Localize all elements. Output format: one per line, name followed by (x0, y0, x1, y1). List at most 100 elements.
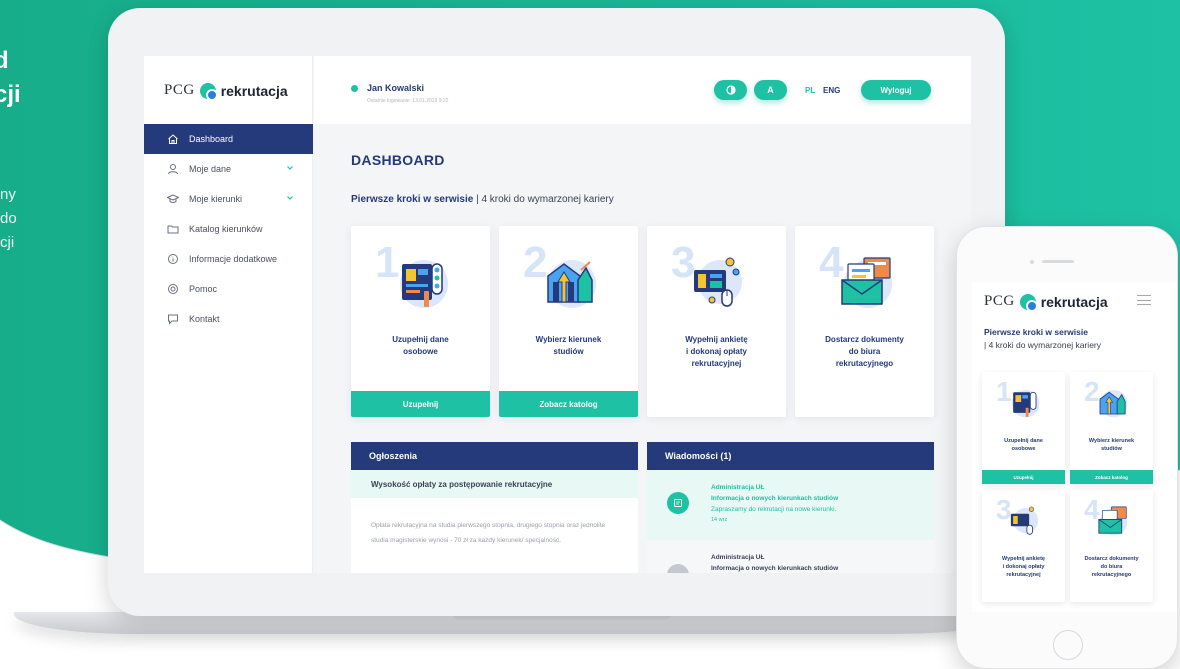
message-item[interactable]: Administracja UŁ Informacja o nowych kie… (647, 540, 934, 573)
building-arrow-illustration-icon (1099, 390, 1128, 418)
logout-button[interactable]: Wyloguj (861, 80, 931, 100)
top-bar: Jan Kowalski Ostatnie logowanie: 13.01.2… (314, 56, 971, 124)
fill-data-button[interactable]: Uzupełnij (351, 391, 490, 417)
message-subject: Informacja o nowych kierunkach studiów (711, 495, 839, 502)
sidebar-item-label: Katalog kierunków (189, 224, 263, 234)
fill-data-button[interactable]: Uzupełnij (982, 470, 1065, 484)
graduation-cap-icon (167, 193, 179, 205)
step-title: Uzupełnij dane osobowe (392, 335, 449, 356)
hamburger-menu-icon[interactable] (1137, 295, 1151, 305)
mobile-step-card-4[interactable]: 4 Dostarcz dokumenty do biura rekrutacyj… (1070, 490, 1153, 602)
step-card-4[interactable]: 4 Dostarcz dokumenty do biura rekrutacyj… (795, 226, 934, 417)
logo[interactable]: PCG rekrutacja (164, 82, 288, 101)
sidebar-item-kontakt[interactable]: Kontakt (144, 304, 313, 334)
logo-wordmark: rekrutacja (1040, 293, 1108, 310)
announcements-header: Ogłoszenia (351, 442, 638, 470)
section-subtitle: Pierwsze kroki w serwisie | 4 kroki do w… (351, 194, 614, 205)
sidebar-item-informacje-dodatkowe[interactable]: Informacje dodatkowe (144, 244, 313, 274)
folder-icon (167, 223, 179, 235)
message-icon (667, 492, 689, 514)
user-name[interactable]: Jan Kowalski (367, 83, 424, 93)
sidebar-item-pomoc[interactable]: Pomoc (144, 274, 313, 304)
form-illustration-icon (400, 260, 448, 308)
message-item[interactable]: Administracja UŁ Informacja o nowych kie… (647, 470, 934, 540)
survey-payment-illustration-icon (1010, 506, 1039, 535)
chevron-down-icon[interactable] (285, 163, 295, 173)
messages-panel: Wiadomości (1) Administracja UŁ Informac… (647, 442, 934, 573)
sidebar-item-label: Dashboard (189, 134, 234, 144)
step-title: Dostarcz dokumenty do biura rekrutacyjne… (825, 335, 904, 368)
last-login: Ostatnie logowanie: 13.01.2019 9:22 (367, 98, 449, 104)
sidebar-item-label: Pomoc (189, 284, 218, 294)
sidebar-item-label: Kontakt (189, 314, 220, 324)
sidebar-item-moje-kierunki[interactable]: Moje kierunki (144, 184, 313, 214)
language-eng-link[interactable]: ENG (823, 86, 840, 95)
step-card-3[interactable]: 3 Wypełnij ankietę i dokonaj opłaty rekr… (647, 226, 786, 417)
sidebar: PCG rekrutacja Dashboard Moje dane Moje … (144, 56, 313, 573)
form-illustration-icon (1012, 390, 1040, 418)
message-sender: Administracja UŁ (711, 484, 765, 491)
survey-payment-illustration-icon (694, 257, 742, 307)
messages-header: Wiadomości (1) (647, 442, 934, 470)
step-title: Wypełnij ankietę i dokonaj opłaty rekrut… (1002, 556, 1045, 578)
sidebar-nav: Dashboard Moje dane Moje kierunki Katalo… (144, 124, 313, 334)
phone-screen: PCG rekrutacja Pierwsze kroki w serwisie… (972, 282, 1177, 612)
phone-mockup: PCG rekrutacja Pierwsze kroki w serwisie… (956, 226, 1178, 669)
mobile-heading: Pierwsze kroki w serwisie (984, 327, 1088, 337)
step-card-1[interactable]: 1 Uzupełnij dane osobowe Uzupełnij (351, 226, 490, 417)
online-status-dot (351, 85, 358, 92)
building-arrow-illustration-icon (547, 260, 596, 308)
announcement-text: Opłata rekrutacyjna na studia pierwszego… (371, 522, 606, 544)
mobile-step-card-2[interactable]: 2 Wybierz kierunek studiów Zobacz katolo… (1070, 372, 1153, 484)
announcements-panel: Ogłoszenia Wysokość opłaty za postępowan… (351, 442, 638, 573)
sidebar-item-label: Moje kierunki (189, 194, 243, 204)
sidebar-item-label: Informacje dodatkowe (189, 254, 278, 264)
logo-wordmark: rekrutacja (220, 82, 288, 99)
info-icon (167, 253, 179, 265)
logo-pcg: PCG (984, 293, 1015, 309)
user-icon (167, 163, 179, 175)
subtitle-bold: Pierwsze kroki w serwisie (351, 194, 474, 205)
step-card-2[interactable]: 2 Wybierz kierunek studiów Zobacz katolo… (499, 226, 638, 417)
step-title: Dostarcz dokumenty do biura rekrutacyjne… (1084, 556, 1139, 578)
view-catalog-button[interactable]: Zobacz katolog (499, 391, 638, 417)
sidebar-item-dashboard[interactable]: Dashboard (144, 124, 313, 154)
message-content: Administracja UŁ Informacja o nowych kie… (711, 552, 838, 573)
logo-pcg: PCG (164, 82, 195, 98)
step-title: Wybierz kierunek studiów (1088, 438, 1135, 452)
mobile-step-card-3[interactable]: 3 Wypełnij ankietę i dokonaj opłaty rekr… (982, 490, 1065, 602)
phone-home-button[interactable] (1053, 630, 1083, 660)
announcement-title[interactable]: Wysokość opłaty za postępowanie rekrutac… (351, 470, 638, 498)
envelope-documents-illustration-icon (841, 257, 892, 308)
language-pl-link[interactable]: PL (805, 86, 815, 95)
step-title: Wybierz kierunek studiów (535, 335, 602, 356)
main-content: DASHBOARD Pierwsze kroki w serwisie | 4 … (314, 124, 971, 573)
phone-camera (1030, 260, 1034, 264)
contrast-icon (725, 85, 736, 95)
hero-heading: d cji (0, 47, 21, 108)
envelope-documents-illustration-icon (1098, 506, 1128, 536)
message-subject: Informacja o nowych kierunkach studiów (711, 565, 839, 572)
contrast-toggle-button[interactable] (714, 80, 747, 100)
message-icon (667, 564, 689, 573)
view-catalog-button[interactable]: Zobacz katolog (1070, 470, 1153, 484)
sidebar-item-katalog-kierunkow[interactable]: Katalog kierunków (144, 214, 313, 244)
mobile-logo[interactable]: PCG rekrutacja (984, 293, 1108, 312)
font-size-button[interactable]: A (754, 80, 787, 100)
sidebar-item-label: Moje dane (189, 164, 232, 174)
phone-speaker (1042, 260, 1074, 263)
mobile-subheading: | 4 kroki do wymarzonej kariery (984, 340, 1101, 350)
chevron-down-icon[interactable] (285, 193, 295, 203)
step-title: Wypełnij ankietę i dokonaj opłaty rekrut… (685, 335, 748, 368)
logo-mark-icon (1019, 293, 1038, 312)
message-preview: Zapraszamy do rekrutacji na nowe kierunk… (711, 506, 837, 513)
hero-description: ny do cji (0, 186, 17, 251)
mobile-step-card-1[interactable]: 1 Uzupełnij dane osobowe Uzupełnij (982, 372, 1065, 484)
message-sender: Administracja UŁ (711, 554, 765, 561)
home-icon (167, 133, 179, 145)
lifebuoy-icon (167, 283, 179, 295)
message-date: 14 wrz (711, 517, 728, 523)
laptop-screen: PCG rekrutacja Dashboard Moje dane Moje … (144, 56, 971, 573)
sidebar-item-moje-dane[interactable]: Moje dane (144, 154, 313, 184)
step-title: Uzupełnij dane osobowe (1004, 438, 1043, 452)
